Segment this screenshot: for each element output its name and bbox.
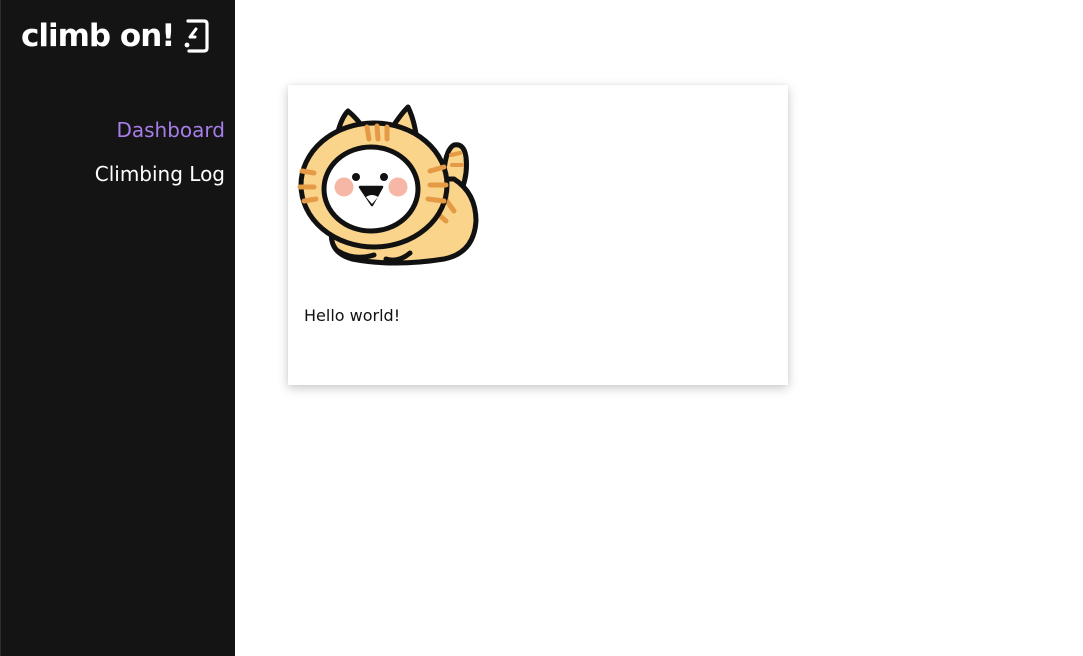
climbing-hold-icon [185, 19, 210, 53]
brand-logo[interactable]: climb on! [21, 14, 210, 58]
app-root: climb on! Dashboard Climbing Log Hello w… [0, 0, 1083, 656]
card-message: Hello world! [304, 306, 401, 325]
sidebar-nav: Dashboard Climbing Log [95, 118, 225, 187]
sidebar: climb on! Dashboard Climbing Log [0, 0, 235, 656]
nav-item-climbing-log[interactable]: Climbing Log [95, 162, 225, 187]
nav-item-dashboard[interactable]: Dashboard [116, 118, 225, 143]
content-card: Hello world! [288, 85, 788, 385]
brand-title: climb on! [21, 18, 175, 54]
cat-costume-illustration [297, 104, 479, 266]
